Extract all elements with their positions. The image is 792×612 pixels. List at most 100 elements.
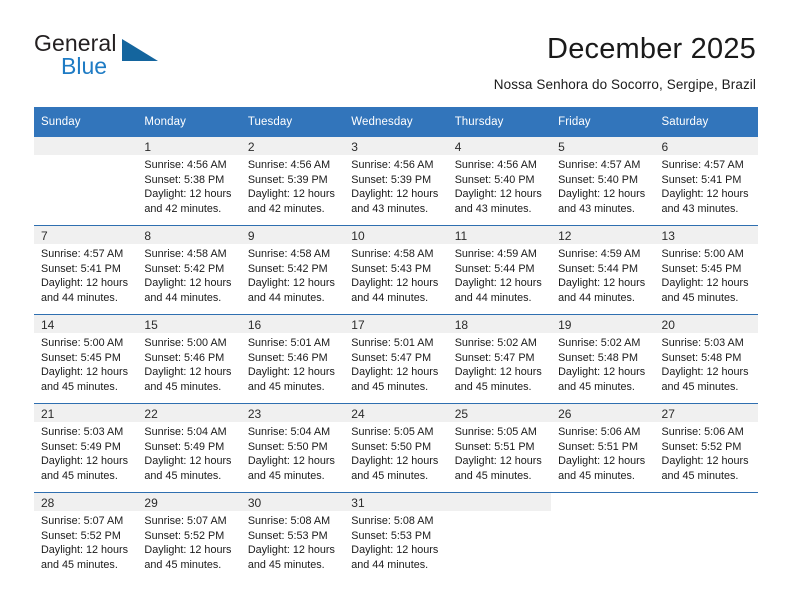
weekday-header-row: Sunday Monday Tuesday Wednesday Thursday… [34,107,758,137]
calendar-day-cell[interactable]: 6 Sunrise: 4:57 AM Sunset: 5:41 PM Daylight… [654,137,758,226]
day-info-line: and 44 minutes. [144,291,222,304]
day-info-line: Sunrise: 4:59 AM [454,248,537,260]
day-info-line: and 45 minutes. [41,558,118,571]
day-number: 17 [344,315,448,333]
day-sun-info: Sunrise: 5:01 AM Sunset: 5:46 PM Daylight:… [241,333,344,394]
day-info-line: and 45 minutes. [41,380,118,393]
day-info-line: Sunrise: 5:02 AM [454,337,537,349]
day-info-line: Daylight: 12 hours [454,455,542,468]
day-info-line: Sunset: 5:47 PM [454,351,535,364]
day-sun-info: Sunrise: 4:56 AM Sunset: 5:38 PM Daylight:… [137,155,240,216]
calendar-day-cell[interactable]: 23 Sunrise: 5:04 AM Sunset: 5:50 PM Dayligh… [240,403,345,493]
day-number: 9 [240,226,345,244]
calendar-day-cell[interactable]: 20 Sunrise: 5:03 AM Sunset: 5:48 PM Dayligh… [654,314,758,404]
day-sun-info: Sunrise: 5:02 AM Sunset: 5:48 PM Daylight:… [551,333,654,394]
calendar-day-cell[interactable]: 19 Sunrise: 5:02 AM Sunset: 5:48 PM Dayligh… [551,314,655,404]
day-sun-info: Sunrise: 5:01 AM Sunset: 5:47 PM Daylight:… [344,333,447,394]
calendar-day-cell[interactable]: 21 Sunrise: 5:03 AM Sunset: 5:49 PM Dayligh… [34,403,138,493]
day-cell-content: 22 Sunrise: 5:04 AM Sunset: 5:49 PM Dayligh… [137,404,241,492]
day-sun-info: Sunrise: 4:57 AM Sunset: 5:40 PM Daylight:… [551,155,654,216]
day-info-line: Daylight: 12 hours [41,455,129,468]
day-info-line: Sunset: 5:47 PM [351,351,432,364]
day-number: 19 [551,315,655,333]
day-info-line: Sunrise: 4:56 AM [247,159,331,171]
day-number: 26 [551,404,655,422]
day-info-line: Sunrise: 5:06 AM [558,426,641,438]
day-number: 12 [551,226,655,244]
day-info-line: Daylight: 12 hours [247,455,335,468]
calendar-day-cell[interactable]: 16 Sunrise: 5:01 AM Sunset: 5:46 PM Dayligh… [240,314,345,404]
day-cell-content: 19 Sunrise: 5:02 AM Sunset: 5:48 PM Dayligh… [551,315,655,403]
calendar-day-cell[interactable]: 22 Sunrise: 5:04 AM Sunset: 5:49 PM Dayligh… [137,403,241,493]
general-blue-logo[interactable]: General Blue [34,30,164,86]
calendar-day-cell[interactable]: 10 Sunrise: 4:58 AM Sunset: 5:43 PM Dayligh… [344,225,448,315]
day-info-line: Daylight: 12 hours [247,277,335,290]
calendar-table: Sunday Monday Tuesday Wednesday Thursday… [34,107,758,581]
weekday-header-tuesday: Tuesday [240,107,345,137]
day-info-line: Sunset: 5:51 PM [558,440,638,453]
day-sun-info: Sunrise: 5:00 AM Sunset: 5:46 PM Daylight:… [137,333,240,394]
day-cell-content [34,137,138,225]
day-info-line: Sunrise: 5:07 AM [41,515,124,527]
day-cell-content [447,493,552,581]
day-info-line: Sunrise: 5:01 AM [351,337,434,349]
calendar-day-cell[interactable]: 3 Sunrise: 4:56 AM Sunset: 5:39 PM Daylight… [344,137,448,226]
calendar-day-cell[interactable]: 27 Sunrise: 5:06 AM Sunset: 5:52 PM Dayligh… [654,403,758,493]
day-cell-content: 13 Sunrise: 5:00 AM Sunset: 5:45 PM Dayligh… [654,226,758,314]
calendar-day-cell[interactable]: 4 Sunrise: 4:56 AM Sunset: 5:40 PM Daylight… [447,137,552,226]
day-cell-content: 28 Sunrise: 5:07 AM Sunset: 5:52 PM Dayligh… [34,493,138,581]
day-cell-content: 21 Sunrise: 5:03 AM Sunset: 5:49 PM Dayligh… [34,404,138,492]
day-sun-info: Sunrise: 5:03 AM Sunset: 5:48 PM Daylight:… [655,333,758,394]
calendar-day-cell[interactable] [551,492,655,581]
calendar-day-cell[interactable]: 11 Sunrise: 4:59 AM Sunset: 5:44 PM Dayligh… [447,225,552,315]
page-title: December 2025 [547,33,756,65]
day-info-line: and 43 minutes. [454,202,532,215]
day-info-line: Daylight: 12 hours [351,277,439,290]
calendar-day-cell[interactable] [34,137,138,226]
calendar-day-cell[interactable]: 5 Sunrise: 4:57 AM Sunset: 5:40 PM Daylight… [551,137,655,226]
calendar-day-cell[interactable]: 1 Sunrise: 4:56 AM Sunset: 5:38 PM Daylight… [137,137,241,226]
day-cell-content: 25 Sunrise: 5:05 AM Sunset: 5:51 PM Dayligh… [447,404,552,492]
calendar-day-cell[interactable]: 12 Sunrise: 4:59 AM Sunset: 5:44 PM Dayligh… [551,225,655,315]
calendar-day-cell[interactable]: 28 Sunrise: 5:07 AM Sunset: 5:52 PM Dayligh… [34,492,138,581]
day-cell-content: 12 Sunrise: 4:59 AM Sunset: 5:44 PM Dayligh… [551,226,655,314]
day-info-line: Daylight: 12 hours [41,277,129,290]
day-number: 20 [654,315,758,333]
calendar-day-cell[interactable]: 13 Sunrise: 5:00 AM Sunset: 5:45 PM Dayligh… [654,225,758,315]
calendar-day-cell[interactable]: 9 Sunrise: 4:58 AM Sunset: 5:42 PM Daylight… [240,225,345,315]
calendar-day-cell[interactable] [654,492,758,581]
day-info-line: and 45 minutes. [351,380,429,393]
day-sun-info: Sunrise: 5:05 AM Sunset: 5:51 PM Daylight:… [448,422,551,483]
location-subtitle: Nossa Senhora do Socorro, Sergipe, Brazi… [493,77,756,92]
day-info-line: Daylight: 12 hours [144,455,232,468]
calendar-day-cell[interactable]: 7 Sunrise: 4:57 AM Sunset: 5:41 PM Daylight… [34,225,138,315]
day-info-line: Sunrise: 4:57 AM [558,159,641,171]
day-cell-content: 30 Sunrise: 5:08 AM Sunset: 5:53 PM Dayligh… [240,493,345,581]
day-info-line: Sunrise: 5:01 AM [247,337,331,349]
day-info-line: Sunset: 5:50 PM [351,440,432,453]
day-sun-info: Sunrise: 4:56 AM Sunset: 5:40 PM Daylight:… [448,155,551,216]
calendar-day-cell[interactable]: 26 Sunrise: 5:06 AM Sunset: 5:51 PM Dayligh… [551,403,655,493]
day-number: 18 [447,315,552,333]
day-info-line: Sunset: 5:40 PM [558,173,638,186]
calendar-day-cell[interactable]: 31 Sunrise: 5:08 AM Sunset: 5:53 PM Dayligh… [344,492,448,581]
day-info-line: Sunset: 5:41 PM [661,173,742,186]
day-info-line: and 44 minutes. [351,558,429,571]
calendar-day-cell[interactable]: 30 Sunrise: 5:08 AM Sunset: 5:53 PM Dayligh… [240,492,345,581]
triangle-icon [122,39,158,61]
calendar-day-cell[interactable]: 2 Sunrise: 4:56 AM Sunset: 5:39 PM Daylight… [240,137,345,226]
calendar-day-cell[interactable]: 8 Sunrise: 4:58 AM Sunset: 5:42 PM Daylight… [137,225,241,315]
calendar-day-cell[interactable]: 15 Sunrise: 5:00 AM Sunset: 5:46 PM Dayligh… [137,314,241,404]
day-number: 3 [344,137,448,155]
calendar-day-cell[interactable] [447,492,552,581]
calendar-day-cell[interactable]: 18 Sunrise: 5:02 AM Sunset: 5:47 PM Dayligh… [447,314,552,404]
calendar-day-cell[interactable]: 17 Sunrise: 5:01 AM Sunset: 5:47 PM Dayligh… [344,314,448,404]
day-info-line: and 42 minutes. [144,202,222,215]
day-sun-info: Sunrise: 5:05 AM Sunset: 5:50 PM Daylight:… [344,422,447,483]
calendar-day-cell[interactable]: 24 Sunrise: 5:05 AM Sunset: 5:50 PM Dayligh… [344,403,448,493]
calendar-day-cell[interactable]: 25 Sunrise: 5:05 AM Sunset: 5:51 PM Dayligh… [447,403,552,493]
day-info-line: Sunrise: 5:06 AM [661,426,744,438]
calendar-day-cell[interactable]: 14 Sunrise: 5:00 AM Sunset: 5:45 PM Dayligh… [34,314,138,404]
calendar-day-cell[interactable]: 29 Sunrise: 5:07 AM Sunset: 5:52 PM Dayligh… [137,492,241,581]
day-number [34,137,138,155]
